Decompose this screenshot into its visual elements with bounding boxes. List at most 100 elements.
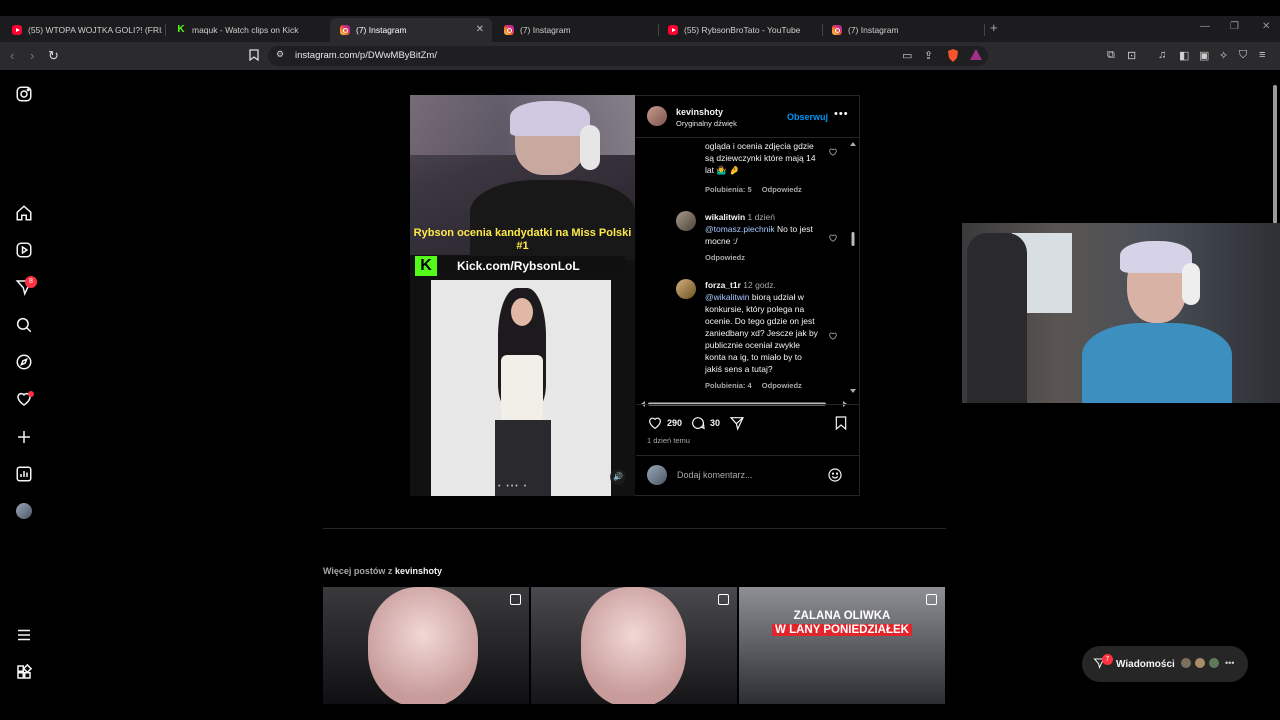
cast-icon[interactable]: ▭ bbox=[902, 49, 912, 62]
share-icon[interactable] bbox=[729, 415, 745, 436]
like-comment-icon[interactable] bbox=[828, 230, 838, 242]
comment-likes[interactable]: Polubienia: 4 bbox=[705, 381, 752, 390]
profile-avatar[interactable] bbox=[14, 501, 34, 521]
like-count[interactable]: 290 bbox=[667, 418, 682, 428]
reply-button[interactable]: Odpowiedz bbox=[762, 185, 802, 194]
tab-instagram-active[interactable]: (7) Instagram ✕ bbox=[330, 18, 492, 42]
post-media[interactable]: Rybson ocenia kandydatki na Miss Polski … bbox=[410, 95, 635, 496]
comment-time: 12 godz. bbox=[743, 280, 776, 290]
reels-icon[interactable] bbox=[14, 240, 34, 260]
tab-youtube-rybson[interactable]: (55) RybsonBroTato - YouTube bbox=[658, 18, 822, 42]
screenshot-icon[interactable]: ⊡ bbox=[1127, 49, 1136, 62]
emoji-icon[interactable] bbox=[827, 467, 843, 488]
comment-3-text: forza_t1r 12 godz. @wikalitwin biorą udz… bbox=[705, 279, 820, 375]
author-avatar[interactable] bbox=[647, 106, 667, 126]
tab-instagram-2[interactable]: (7) Instagram bbox=[494, 18, 654, 42]
comment-user[interactable]: forza_t1r bbox=[705, 280, 741, 290]
reply-button[interactable]: Odpowiedz bbox=[705, 253, 745, 262]
tab-instagram-3[interactable]: (7) Instagram bbox=[822, 18, 982, 42]
reply-button[interactable]: Odpowiedz bbox=[762, 381, 802, 390]
contact-avatar bbox=[1180, 657, 1192, 669]
explore-icon[interactable] bbox=[14, 352, 34, 372]
new-tab-button[interactable]: + bbox=[990, 20, 998, 35]
comment-icon[interactable] bbox=[690, 415, 706, 436]
site-settings-icon[interactable]: ⚙ bbox=[276, 49, 284, 60]
audio-label[interactable]: Oryginalny dźwięk bbox=[676, 119, 737, 128]
minimize-icon[interactable]: — bbox=[1200, 21, 1210, 32]
divider bbox=[636, 404, 859, 405]
bookmark-icon[interactable] bbox=[249, 49, 259, 64]
author-name[interactable]: kevinshoty bbox=[676, 107, 723, 117]
page-scrollbar-thumb[interactable] bbox=[1273, 85, 1277, 225]
create-icon[interactable] bbox=[14, 427, 34, 447]
post-thumbnail[interactable] bbox=[323, 587, 529, 704]
kick-link-text: Kick.com/RybsonLoL bbox=[457, 259, 580, 273]
comment-input[interactable]: Dodaj komentarz... bbox=[677, 470, 753, 480]
activity-dot bbox=[28, 391, 34, 397]
commenter-avatar[interactable] bbox=[676, 211, 696, 231]
comment-body: biorą udział w konkursie, który polega n… bbox=[705, 292, 818, 374]
url-text[interactable]: instagram.com/p/DWwMByBitZm/ bbox=[295, 50, 437, 61]
brave-shield-icon[interactable] bbox=[947, 49, 959, 65]
search-icon[interactable] bbox=[14, 315, 34, 335]
like-icon[interactable] bbox=[647, 415, 663, 436]
model-top bbox=[501, 355, 543, 423]
menu-icon[interactable]: ≡ bbox=[1259, 49, 1265, 61]
more-icon[interactable]: ••• bbox=[1225, 658, 1234, 668]
comment-1-text: chłop, z browarem w ręce ogląda i ocenia… bbox=[705, 141, 816, 175]
share-icon[interactable]: ⇪ bbox=[924, 49, 933, 62]
dashboard-icon[interactable] bbox=[14, 464, 34, 484]
comment-user[interactable]: wikalitwin bbox=[705, 212, 745, 222]
headphones bbox=[580, 125, 600, 170]
forward-icon[interactable]: › bbox=[30, 48, 34, 63]
media-caption: Rybson ocenia kandydatki na Miss Polski … bbox=[413, 227, 632, 252]
section-divider bbox=[323, 528, 946, 529]
rewards-icon[interactable] bbox=[970, 49, 982, 63]
comments-scrollbar[interactable] bbox=[849, 140, 857, 395]
youtube-icon bbox=[12, 25, 22, 35]
vpn-icon[interactable]: ⛉ bbox=[1239, 49, 1247, 62]
cam-hair bbox=[1120, 241, 1192, 273]
save-icon[interactable] bbox=[833, 415, 849, 436]
comment-1-meta: Polubienia: 5 Odpowiedz bbox=[705, 185, 810, 194]
commenter-avatar[interactable] bbox=[676, 279, 696, 299]
reload-icon[interactable]: ↻ bbox=[48, 48, 59, 64]
back-icon[interactable]: ‹ bbox=[10, 48, 14, 63]
screen-bottom-bar bbox=[0, 704, 1280, 720]
threads-apps-icon[interactable] bbox=[14, 662, 34, 682]
leo-ai-icon[interactable]: ✧ bbox=[1219, 49, 1228, 62]
follow-button[interactable]: Obserwuj bbox=[787, 112, 828, 122]
extensions-icon[interactable]: ⧉ bbox=[1107, 49, 1115, 62]
comment-likes[interactable]: Polubienia: 5 bbox=[705, 185, 752, 194]
reel-icon bbox=[926, 594, 937, 605]
post-timestamp[interactable]: 1 dzień temu bbox=[647, 436, 690, 445]
like-comment-icon[interactable] bbox=[828, 144, 838, 156]
post-thumbnail[interactable] bbox=[531, 587, 737, 704]
wallet-icon[interactable]: ▣ bbox=[1199, 49, 1209, 62]
carousel-dots: • ••• • bbox=[498, 483, 529, 490]
tab-kick-maquk[interactable]: K maquk - Watch clips on Kick bbox=[166, 18, 326, 42]
more-posts-author[interactable]: kevinshoty bbox=[395, 566, 442, 576]
screen-top-bar bbox=[0, 0, 1280, 16]
tab-youtube-wtopa[interactable]: (55) WTOPA WOJTKA GOLI?! (FRIZ, W bbox=[2, 18, 162, 42]
comments-h-scrollbar[interactable] bbox=[640, 395, 848, 407]
close-tab-icon[interactable]: ✕ bbox=[476, 24, 484, 35]
reel-icon bbox=[510, 594, 521, 605]
like-comment-icon[interactable] bbox=[828, 328, 838, 340]
volume-icon[interactable]: 🔊 bbox=[610, 469, 626, 485]
more-options-icon[interactable]: ••• bbox=[834, 108, 849, 120]
more-menu-icon[interactable] bbox=[14, 625, 34, 645]
instagram-logo-icon[interactable] bbox=[14, 84, 34, 104]
close-window-icon[interactable]: ✕ bbox=[1262, 21, 1270, 32]
comment-count[interactable]: 30 bbox=[710, 418, 720, 428]
post-thumbnail[interactable]: ZALANA OLIWKA W LANY PONIEDZIAŁEK bbox=[739, 587, 945, 704]
music-icon[interactable]: ♫ bbox=[1158, 49, 1166, 61]
sidebar-toggle-icon[interactable]: ◧ bbox=[1179, 49, 1189, 62]
maximize-icon[interactable]: ❐ bbox=[1230, 21, 1239, 32]
mention-link[interactable]: @tomasz.piechnik bbox=[705, 224, 775, 234]
mention-link[interactable]: @wikalitwin bbox=[705, 292, 750, 302]
home-icon[interactable] bbox=[14, 203, 34, 223]
tab-label: (7) Instagram bbox=[848, 25, 899, 35]
comment-2-text: wikalitwin 1 dzień @tomasz.piechnik No t… bbox=[705, 211, 820, 247]
caption-line: ZALANA OLIWKA bbox=[793, 610, 891, 622]
